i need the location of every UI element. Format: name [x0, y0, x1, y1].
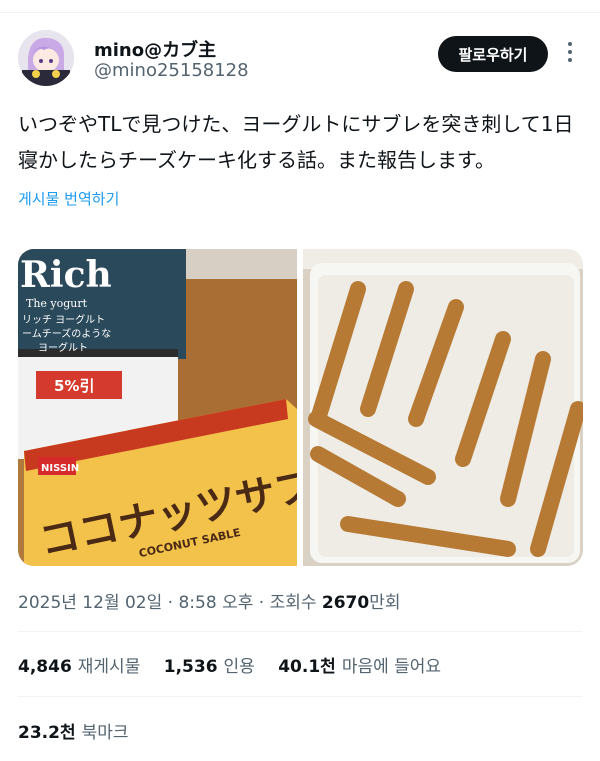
user-handle[interactable]: @mino25158128	[94, 60, 249, 81]
more-options-icon[interactable]	[562, 40, 578, 68]
yogurt-brand-text: Rich	[20, 254, 112, 296]
meta-separator: ·	[258, 593, 265, 613]
avatar-illustration	[18, 30, 74, 86]
yogurt-sub-text: The yogurt	[26, 297, 88, 310]
bookmarks-label: 북마크	[81, 723, 129, 743]
biscuit-maker: NISSIN	[41, 463, 79, 474]
media-photos: Rich The yogurt リッチ ヨーグルト ームチーズのような ヨーグル…	[18, 249, 583, 566]
post-date[interactable]: 2025년 12월 02일	[18, 593, 162, 613]
yogurt-jp-2: ームチーズのような	[22, 327, 111, 340]
avatar[interactable]	[18, 30, 74, 86]
top-divider	[0, 0, 600, 13]
likes-stat[interactable]: 40.1천 마음에 들어요	[278, 657, 441, 677]
views-unit: 만회	[369, 593, 401, 613]
divider	[18, 696, 582, 697]
discount-tag: 5%引	[54, 377, 94, 395]
reposts-label: 재게시물	[77, 657, 141, 677]
quotes-label: 인용	[223, 657, 255, 677]
likes-label: 마음에 들어요	[341, 657, 442, 677]
likes-value: 40.1천	[278, 657, 336, 677]
tweet-text-line-2: 寝かしたらチーズケーキ化する話。また報告します。	[18, 148, 495, 172]
follow-button[interactable]: 팔로우하기	[438, 36, 548, 72]
display-name[interactable]: mino@カブ主	[94, 36, 216, 62]
tweet-text-line-1: いつぞやTLで見つけた、ヨーグルトにサブレを突き刺して1日	[18, 112, 574, 136]
bookmarks-value: 23.2천	[18, 723, 76, 743]
post-meta: 2025년 12월 02일 · 8:58 오후 · 조회수 2670만회	[18, 588, 401, 613]
reposts-value: 4,846	[18, 657, 72, 677]
engagement-stats: 4,846 재게시물 1,536 인용 40.1천 마음에 들어요	[18, 652, 459, 677]
quotes-value: 1,536	[163, 657, 218, 677]
translate-post-link[interactable]: 게시물 번역하기	[18, 188, 119, 209]
reposts-stat[interactable]: 4,846 재게시물	[18, 657, 140, 677]
views-label: 조회수	[269, 593, 317, 613]
views-value: 2670	[321, 593, 370, 613]
yogurt-jp-3: ヨーグルト	[38, 341, 88, 354]
yogurt-jp-1: リッチ ヨーグルト	[22, 313, 105, 326]
photo-yogurt-with-sable-sticks[interactable]	[303, 249, 583, 566]
meta-separator: ·	[167, 593, 174, 613]
tweet-media[interactable]: Rich The yogurt リッチ ヨーグルト ームチーズのような ヨーグル…	[18, 249, 583, 566]
tweet-text: いつぞやTLで見つけた、ヨーグルトにサブレを突き刺して1日 寝かしたらチーズケー…	[18, 106, 588, 178]
post-time[interactable]: 8:58 오후	[178, 593, 253, 613]
bookmarks-stat[interactable]: 23.2천 북마크	[18, 718, 129, 743]
quotes-stat[interactable]: 1,536 인용	[164, 657, 255, 677]
divider	[18, 631, 582, 632]
